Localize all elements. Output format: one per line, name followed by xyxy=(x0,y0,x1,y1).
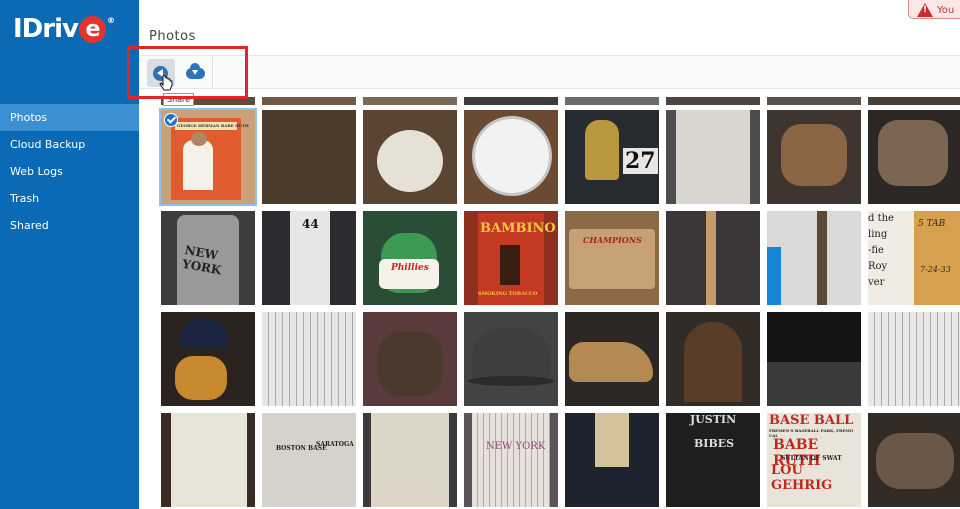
trophy-number: 27 xyxy=(623,148,658,174)
photo-thumbnail[interactable]: 27 xyxy=(565,110,659,204)
photo-thumbnail[interactable] xyxy=(868,312,960,406)
sidebar-item-photos[interactable]: Photos xyxy=(0,104,139,131)
idrive-logo[interactable]: IDriv e ® xyxy=(13,14,115,54)
photo-thumbnail[interactable] xyxy=(363,413,457,507)
plaque-line-2: ling xyxy=(868,229,888,240)
plaque-line-1: d the xyxy=(868,213,894,224)
photo-thumbnail[interactable]: 44 xyxy=(262,211,356,305)
photo-thumbnail[interactable] xyxy=(161,413,255,507)
photo-thumbnail[interactable] xyxy=(767,110,861,204)
main-content: Photos You Share GEORGE HERMAN BABE RUTH xyxy=(139,0,960,509)
alert-text: You xyxy=(937,5,955,16)
photo-thumbnail[interactable] xyxy=(464,312,558,406)
page-title: Photos xyxy=(149,29,196,44)
photo-thumbnail[interactable] xyxy=(565,413,659,507)
annotation-highlight-box xyxy=(127,46,248,99)
poster-line-1: BASE BALL xyxy=(769,413,854,428)
pennant-text: CHAMPIONS xyxy=(583,235,642,245)
sidebar-nav: Photos Cloud Backup Web Logs Trash Share… xyxy=(0,104,139,239)
photo-thumbnail[interactable]: CHAMPIONS xyxy=(565,211,659,305)
plaque-line-4: Roy xyxy=(868,261,888,272)
tin-title: BAMBINO xyxy=(480,221,556,236)
photo-thumbnail[interactable]: NEW YORK xyxy=(464,413,558,507)
poster-line-4: SULTAN OF SWAT xyxy=(781,455,842,462)
poster-line-5: LOU GEHRIG xyxy=(771,463,833,493)
tin-subtitle: SMOKING TOBACCO xyxy=(478,291,538,297)
card-caption: GEORGE HERMAN BABE RUTH xyxy=(177,123,249,128)
locker-label-1: JUSTIN xyxy=(690,413,737,426)
photo-thumbnail[interactable] xyxy=(565,312,659,406)
mascot-text: Phillies xyxy=(391,263,429,273)
sidebar-item-shared[interactable]: Shared xyxy=(0,212,139,239)
sidebar-item-cloud-backup[interactable]: Cloud Backup xyxy=(0,131,139,158)
plaque-line-5: ver xyxy=(868,277,885,288)
sidebar: IDriv e ® Photos Cloud Backup Web Logs Tra… xyxy=(0,0,139,509)
photo-thumbnail[interactable] xyxy=(363,110,457,204)
jersey-number: 44 xyxy=(302,217,319,231)
previous-row-strip xyxy=(161,97,960,105)
photo-thumbnail[interactable] xyxy=(262,110,356,204)
photo-caption-right: SARATOGA xyxy=(316,441,354,448)
photo-thumbnail[interactable] xyxy=(262,312,356,406)
jersey-script: NEW YORK xyxy=(486,441,546,452)
photo-thumbnail[interactable] xyxy=(767,312,861,406)
photo-thumbnail[interactable] xyxy=(161,312,255,406)
photo-thumbnail[interactable]: BOSTON BASE SARATOGA xyxy=(262,413,356,507)
bat-signature: 5 TAB xyxy=(918,219,946,229)
photo-thumbnail[interactable] xyxy=(868,413,960,507)
sidebar-item-web-logs[interactable]: Web Logs xyxy=(0,158,139,185)
selected-check-icon[interactable] xyxy=(164,113,178,127)
photo-thumbnail[interactable] xyxy=(666,110,760,204)
bat-date: 7-24-33 xyxy=(920,265,951,274)
locker-label-2: BIBES xyxy=(694,437,735,450)
photo-thumbnail[interactable]: NEW YORK xyxy=(161,211,255,305)
photo-thumbnail[interactable] xyxy=(363,312,457,406)
photo-thumbnail[interactable]: GEORGE HERMAN BABE RUTH xyxy=(159,108,257,206)
photo-thumbnail[interactable] xyxy=(666,211,760,305)
plaque-line-3: -fie xyxy=(868,245,884,256)
logo-registered-mark: ® xyxy=(106,16,115,25)
alert-banner[interactable]: You xyxy=(908,0,960,19)
photo-thumbnail[interactable]: JUSTIN BIBES xyxy=(666,413,760,507)
photo-thumbnail[interactable]: d the ling -fie Roy ver 5 TAB 7-24-33 xyxy=(868,211,960,305)
photo-thumbnail[interactable] xyxy=(464,110,558,204)
toolbar xyxy=(139,55,960,89)
photo-thumbnail[interactable]: BAMBINO SMOKING TOBACCO xyxy=(464,211,558,305)
sidebar-item-trash[interactable]: Trash xyxy=(0,185,139,212)
photo-thumbnail[interactable]: BASE BALL FREMEN'S BASEBALL PARK, FREMO … xyxy=(767,413,861,507)
logo-text: IDriv xyxy=(13,14,79,44)
photo-thumbnail[interactable] xyxy=(767,211,861,305)
logo-e-badge: e xyxy=(78,16,106,43)
photo-thumbnail[interactable]: Phillies xyxy=(363,211,457,305)
warning-icon xyxy=(917,3,933,17)
photo-thumbnail[interactable] xyxy=(868,110,960,204)
photo-thumbnail[interactable] xyxy=(666,312,760,406)
